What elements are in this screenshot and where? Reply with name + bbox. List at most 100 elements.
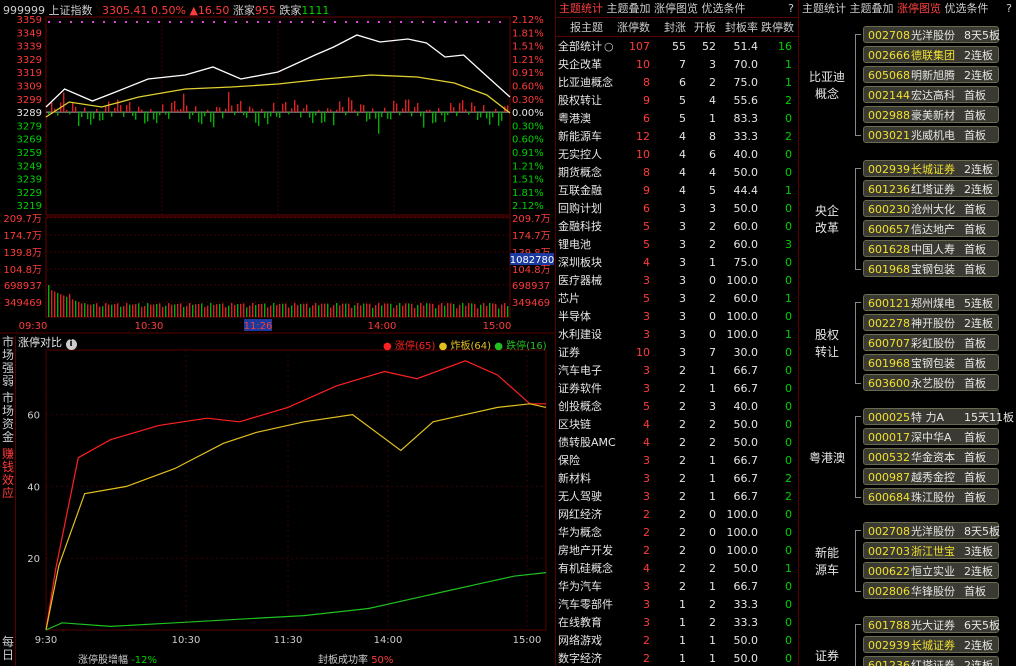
stock-chip[interactable]: 600707 彩虹股份 首板 [863,334,999,351]
tab-filter-r[interactable]: 优选条件 [945,2,989,15]
side-tab-0[interactable]: 市 场 强 弱 [0,336,16,388]
stock-chip[interactable]: 002939 长城证券 2连板 [863,160,999,177]
table-row[interactable]: 在线教育 3 1 2 33.3 0 [556,614,798,632]
up-bar [207,109,209,113]
stock-chip[interactable]: 003021 兆威机电 首板 [863,126,999,143]
help-icon-r[interactable]: ? [1006,0,1012,18]
stock-chip[interactable]: 002708 光洋股份 8天5板 [863,522,1000,539]
tab-theme-stats-r[interactable]: 主题统计 [802,2,846,15]
up-bar [114,107,116,113]
table-row[interactable]: 网红经济 2 2 0 100.0 0 [556,506,798,524]
side-tab-2[interactable]: 赚 钱 效 应 [0,448,16,500]
stock-chip[interactable]: 002806 华锋股份 首板 [863,582,999,599]
tab-theme-overlay[interactable]: 主题叠加 [607,2,651,15]
stock-chip[interactable]: 002988 豪美新材 首板 [863,106,999,123]
down-bar [309,112,311,118]
table-row[interactable]: 全部统计 107 55 52 51.4 16 ○ [556,38,798,56]
table-row[interactable]: 医疗器械 3 3 0 100.0 0 [556,272,798,290]
table-row[interactable]: 无实控人 10 4 6 40.0 0 [556,146,798,164]
cell-3: 2 [709,562,716,575]
up-bar [294,100,296,113]
stock-chip[interactable]: 601968 宝钢包装 首板 [863,260,999,277]
table-row[interactable]: 创投概念 5 2 3 40.0 0 [556,398,798,416]
stock-chip[interactable]: 002939 长城证券 2连板 [863,636,999,653]
stock-code: 600657 [868,223,910,236]
table-row[interactable]: 网络游戏 2 1 1 50.0 0 [556,632,798,650]
table-row[interactable]: 金融科技 5 3 2 60.0 0 [556,218,798,236]
table-row[interactable]: 回购计划 6 3 3 50.0 0 [556,200,798,218]
header-opened[interactable]: 开板 [690,19,716,37]
table-row[interactable]: 汽车电子 3 2 1 66.7 0 [556,362,798,380]
info-icon[interactable]: i [65,339,77,350]
stock-chip[interactable]: 601628 中国人寿 首板 [863,240,999,257]
stock-chip[interactable]: 002278 神开股份 2连板 [863,314,999,331]
stock-chip[interactable]: 002708 光洋股份 8天5板 [863,26,1000,43]
stock-chip[interactable]: 000622 恒立实业 2连板 [863,562,999,579]
stock-chip[interactable]: 603600 永艺股份 首板 [863,374,999,391]
stock-chip[interactable]: 000025 特 力A 15天11板 [863,408,1014,425]
table-row[interactable]: 深圳板块 4 3 1 75.0 0 [556,254,798,272]
table-row[interactable]: 芯片 5 3 2 60.0 1 [556,290,798,308]
table-row[interactable]: 证券软件 3 2 1 66.7 0 [556,380,798,398]
side-tab-1[interactable]: 市 场 资 金 [0,392,16,444]
stock-chip[interactable]: 605068 明新旭腾 2连板 [863,66,999,83]
settings-ring-icon[interactable]: ○ [604,38,614,56]
table-row[interactable]: 保险 3 2 1 66.7 0 [556,452,798,470]
help-icon[interactable]: ? [788,0,794,18]
header-theme[interactable]: 报主题 [570,19,603,37]
table-row[interactable]: 华为汽车 3 2 1 66.7 0 [556,578,798,596]
stock-chip[interactable]: 600230 沧州大化 首板 [863,200,999,217]
tab-filter[interactable]: 优选条件 [702,2,746,15]
table-row[interactable]: 区块链 4 2 2 50.0 0 [556,416,798,434]
stock-chip[interactable]: 600657 信达地产 首板 [863,220,999,237]
table-row[interactable]: 半导体 3 3 0 100.0 0 [556,308,798,326]
table-row[interactable]: 新材料 3 2 1 66.7 2 [556,470,798,488]
stock-chip[interactable]: 000987 越秀金控 首板 [863,468,999,485]
stock-chip[interactable]: 002666 德联集团 2连板 [863,46,999,63]
signal-marker [136,21,138,23]
stock-chip[interactable]: 002144 宏达高科 首板 [863,86,999,103]
stock-chip[interactable]: 601236 红塔证券 2连板 [863,180,999,197]
table-row[interactable]: 股权转让 9 5 4 55.6 2 [556,92,798,110]
table-row[interactable]: 房地产开发 2 2 0 100.0 0 [556,542,798,560]
tab-theme-overlay-r[interactable]: 主题叠加 [850,2,894,15]
table-row[interactable]: 华为概念 2 2 0 100.0 0 [556,524,798,542]
stock-chip[interactable]: 002703 浙江世宝 3连板 [863,542,999,559]
cell-4: 60.0 [733,238,759,251]
table-row[interactable]: 债转股AMC 4 2 2 50.0 0 [556,434,798,452]
table-row[interactable]: 证券 10 3 7 30.0 0 [556,344,798,362]
table-row[interactable]: 有机硅概念 4 2 2 50.0 1 [556,560,798,578]
tab-theme-stats[interactable]: 主题统计 [559,2,603,15]
stock-chip[interactable]: 600684 珠江股份 首板 [863,488,999,505]
stock-chip[interactable]: 601788 光大证券 6天5板 [863,616,1000,633]
table-row[interactable]: 新能源车 12 4 8 33.3 2 [556,128,798,146]
stock-chip[interactable]: 000532 华金资本 首板 [863,448,999,465]
header-seal-rate[interactable]: 封板率 [720,19,758,37]
cell-5: 0 [785,148,792,161]
table-row[interactable]: 比亚迪概念 8 6 2 75.0 1 [556,74,798,92]
header-sealed[interactable]: 封涨 [656,19,686,37]
cell-4: 83.3 [733,112,759,125]
volume-bar [417,304,419,317]
table-row[interactable]: 互联金融 9 4 5 44.4 1 [556,182,798,200]
stock-chip[interactable]: 601236 红塔证券 2连板 [863,656,999,666]
tab-limit-up-view-r[interactable]: 涨停图览 [897,2,941,15]
cell-3: 2 [709,436,716,449]
table-row[interactable]: 央企改革 10 7 3 70.0 1 [556,56,798,74]
stock-chip[interactable]: 000017 深中华A 首板 [863,428,999,445]
table-row[interactable]: 无人驾驶 3 2 1 66.7 2 [556,488,798,506]
table-row[interactable]: 期货概念 8 4 4 50.0 0 [556,164,798,182]
table-row[interactable]: 锂电池 5 3 2 60.0 3 [556,236,798,254]
header-limit-down[interactable]: 跌停数 [760,19,794,37]
stock-chip[interactable]: 601968 宝钢包装 首板 [863,354,999,371]
tab-limit-up-view[interactable]: 涨停图览 [654,2,698,15]
table-row[interactable]: 数字经济 2 1 1 50.0 0 [556,650,798,666]
table-row[interactable]: 水利建设 3 3 0 100.0 1 [556,326,798,344]
table-row[interactable]: 粤港澳 6 5 1 83.3 0 [556,110,798,128]
volume-bar [456,308,458,317]
header-limit-up[interactable]: 涨停数 [616,19,650,37]
table-row[interactable]: 汽车零部件 3 1 2 33.3 0 [556,596,798,614]
series-line-2 [45,572,547,631]
stock-chip[interactable]: 600121 郑州煤电 5连板 [863,294,999,311]
side-tab-daily[interactable]: 每 日 [0,636,16,662]
